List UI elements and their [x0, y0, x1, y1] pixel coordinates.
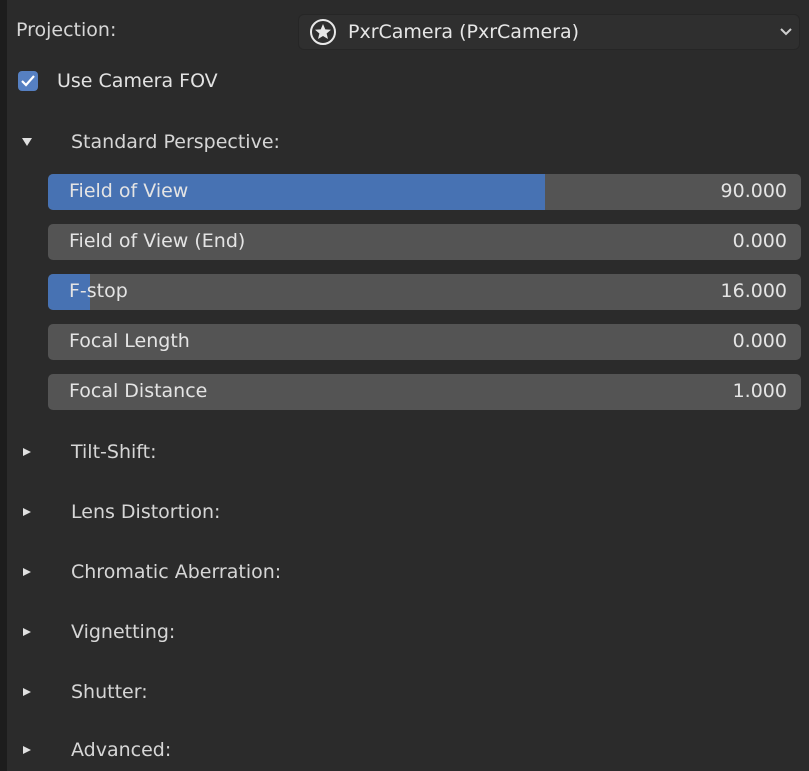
f-stop-slider[interactable]: F-stop 16.000 — [48, 274, 801, 310]
use-camera-fov-checkbox[interactable] — [18, 71, 38, 91]
field-label: Field of View — [69, 180, 189, 202]
field-value: 0.000 — [732, 330, 787, 352]
field-value: 16.000 — [720, 280, 787, 302]
checkmark-icon — [21, 75, 35, 87]
triangle-right-icon — [23, 508, 31, 516]
chevron-down-icon — [780, 28, 792, 36]
section-standard-perspective[interactable]: Standard Perspective: — [7, 123, 809, 163]
section-label: Shutter: — [71, 681, 148, 703]
section-shutter[interactable]: Shutter: — [7, 673, 809, 713]
field-value: 0.000 — [732, 230, 787, 252]
field-label: Focal Distance — [69, 380, 208, 402]
section-lens-distortion[interactable]: Lens Distortion: — [7, 493, 809, 533]
camera-properties-panel: Projection: PxrCamera (PxrCamera) Use Ca… — [7, 0, 809, 771]
section-tilt-shift[interactable]: Tilt-Shift: — [7, 433, 809, 473]
field-label: Focal Length — [69, 330, 190, 352]
field-value: 90.000 — [720, 180, 787, 202]
triangle-right-icon — [23, 628, 31, 636]
triangle-right-icon — [23, 448, 31, 456]
section-chromatic-aberration[interactable]: Chromatic Aberration: — [7, 553, 809, 593]
field-value: 1.000 — [732, 380, 787, 402]
triangle-right-icon — [23, 688, 31, 696]
projection-dropdown[interactable]: PxrCamera (PxrCamera) — [298, 14, 800, 50]
triangle-right-icon — [23, 568, 31, 576]
triangle-right-icon — [23, 746, 31, 754]
use-camera-fov-label: Use Camera FOV — [57, 70, 218, 92]
section-label: Vignetting: — [71, 621, 176, 643]
focal-distance-slider[interactable]: Focal Distance 1.000 — [48, 374, 801, 410]
star-circle-icon — [310, 19, 336, 45]
focal-length-slider[interactable]: Focal Length 0.000 — [48, 324, 801, 360]
projection-value: PxrCamera (PxrCamera) — [348, 21, 580, 43]
field-label: Field of View (End) — [69, 230, 246, 252]
triangle-down-icon — [22, 138, 32, 146]
field-of-view-end-slider[interactable]: Field of View (End) 0.000 — [48, 224, 801, 260]
section-label: Lens Distortion: — [71, 501, 221, 523]
section-label: Tilt-Shift: — [71, 441, 157, 463]
projection-label: Projection: — [16, 19, 117, 41]
section-label: Standard Perspective: — [71, 131, 280, 153]
field-label: F-stop — [69, 280, 128, 302]
section-advanced[interactable]: Advanced: — [7, 731, 809, 771]
section-label: Advanced: — [71, 739, 172, 761]
section-vignetting[interactable]: Vignetting: — [7, 613, 809, 653]
section-label: Chromatic Aberration: — [71, 561, 282, 583]
field-of-view-slider[interactable]: Field of View 90.000 — [48, 174, 801, 210]
